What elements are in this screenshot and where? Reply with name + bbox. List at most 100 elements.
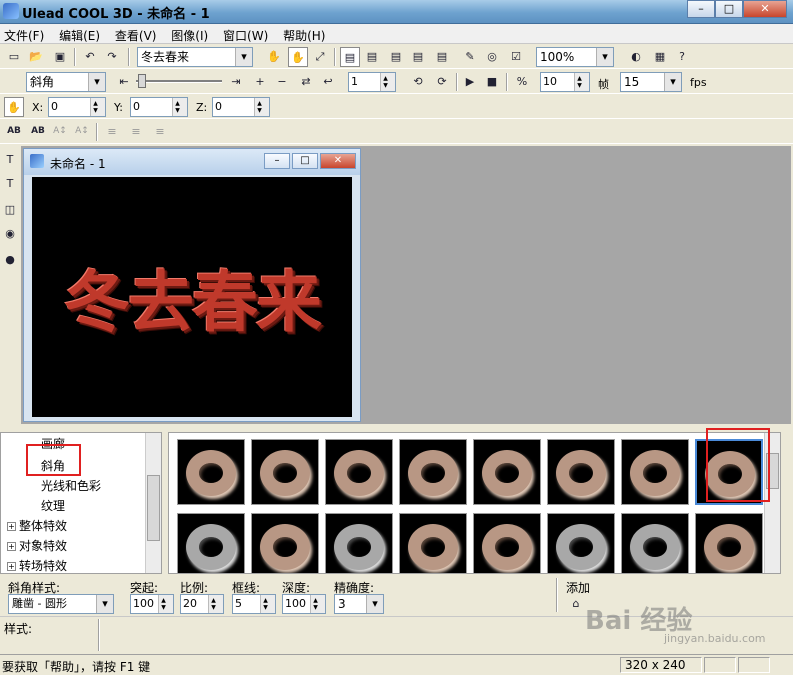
tree-item-global-effects[interactable]: + 整体特效: [7, 517, 67, 534]
fps-select[interactable]: 15: [620, 72, 682, 92]
web-icon[interactable]: ◐: [626, 47, 646, 67]
z-input[interactable]: 0: [212, 97, 270, 117]
frames-icon[interactable]: %: [512, 72, 532, 92]
redo-icon[interactable]: ↷: [102, 47, 122, 67]
help-cursor-icon[interactable]: ?: [672, 47, 692, 67]
insert-geometry-icon[interactable]: ◫: [0, 200, 20, 220]
check-icon[interactable]: ☑: [506, 47, 526, 67]
tree-item-transition-effects[interactable]: + 转场特效: [7, 557, 67, 573]
scroll-thumb[interactable]: [147, 475, 160, 541]
gallery-thumb[interactable]: [177, 439, 245, 505]
export-icon[interactable]: ▦: [650, 47, 670, 67]
new-file-icon[interactable]: ▭: [4, 47, 24, 67]
gallery-thumb[interactable]: [399, 513, 467, 573]
render-canvas[interactable]: 冬去春来: [32, 177, 352, 417]
view-5-icon[interactable]: ▤: [432, 47, 452, 67]
align-left-icon[interactable]: ≡: [102, 122, 122, 142]
y-input[interactable]: 0: [130, 97, 188, 117]
bulge-input[interactable]: 100: [130, 594, 174, 614]
tree-item-light-color[interactable]: 光线和色彩: [41, 477, 101, 494]
insert-text-icon[interactable]: T: [0, 150, 20, 170]
save-icon[interactable]: ▣: [50, 47, 70, 67]
gallery-thumb[interactable]: [251, 439, 319, 505]
menu-view[interactable]: 查看(V): [111, 24, 164, 44]
x-input[interactable]: 0: [48, 97, 106, 117]
doc-minimize-button[interactable]: –: [264, 153, 290, 169]
menu-image[interactable]: 图像(I): [167, 24, 215, 44]
sphere-icon[interactable]: ●: [0, 250, 20, 270]
3d-text[interactable]: 冬去春来: [64, 249, 322, 345]
gallery-thumb[interactable]: [177, 513, 245, 573]
expand-icon[interactable]: +: [7, 542, 16, 551]
effect-select[interactable]: 斜角: [26, 72, 106, 92]
text-bold-icon[interactable]: AB: [4, 122, 24, 142]
text-italic-icon[interactable]: AB: [28, 122, 48, 142]
add-to-gallery-icon[interactable]: ⌂: [566, 594, 586, 612]
last-key-icon[interactable]: ⇥: [226, 72, 246, 92]
frames-total-input[interactable]: 10: [540, 72, 590, 92]
pingpong-icon[interactable]: ⟳: [432, 72, 452, 92]
zoom-select[interactable]: 100%: [536, 47, 614, 67]
position-mode-icon[interactable]: ✋: [4, 97, 24, 117]
minimize-button[interactable]: –: [687, 0, 715, 18]
view-4-icon[interactable]: ▤: [408, 47, 428, 67]
play-icon[interactable]: ▶: [460, 72, 480, 92]
text-spacing-icon[interactable]: A↕: [50, 122, 70, 142]
first-key-icon[interactable]: ⇤: [114, 72, 134, 92]
text-select[interactable]: 冬去春来: [137, 47, 253, 67]
reverse-icon[interactable]: ↩: [318, 72, 338, 92]
add-key-icon[interactable]: +: [250, 72, 270, 92]
tree-item-texture[interactable]: 纹理: [41, 497, 65, 514]
precision-select[interactable]: 3: [334, 594, 384, 614]
loop-icon[interactable]: ⟲: [408, 72, 428, 92]
gallery-thumb[interactable]: [473, 513, 541, 573]
text-leading-icon[interactable]: A↕: [72, 122, 92, 142]
border-input[interactable]: 5: [232, 594, 276, 614]
close-button[interactable]: ✕: [743, 0, 787, 18]
gallery-thumb[interactable]: [325, 439, 393, 505]
gallery-thumb[interactable]: [325, 513, 393, 573]
menu-help[interactable]: 帮助(H): [279, 24, 332, 44]
stop-icon[interactable]: ■: [482, 72, 502, 92]
frame-input[interactable]: 1: [348, 72, 396, 92]
edit-text-icon[interactable]: T: [0, 174, 20, 194]
tree-item-object-effects[interactable]: + 对象特效: [7, 537, 67, 554]
menu-window[interactable]: 窗口(W): [219, 24, 275, 44]
timeline-slider[interactable]: [136, 74, 222, 90]
resize-icon[interactable]: ⤢: [310, 47, 330, 67]
doc-close-button[interactable]: ✕: [320, 153, 356, 169]
expand-icon[interactable]: +: [7, 522, 16, 531]
hand-move-icon[interactable]: ✋: [264, 47, 284, 67]
gallery-thumb[interactable]: [547, 439, 615, 505]
view-front-icon[interactable]: ▤: [340, 47, 360, 67]
gallery-thumb[interactable]: [473, 439, 541, 505]
gallery-thumb[interactable]: [399, 439, 467, 505]
doc-maximize-button[interactable]: □: [292, 153, 318, 169]
align-right-icon[interactable]: ≡: [150, 122, 170, 142]
depth-input[interactable]: 100: [282, 594, 326, 614]
expand-icon[interactable]: +: [7, 562, 16, 571]
document-title-bar[interactable]: 未命名 - 1 – □ ✕: [24, 149, 360, 175]
object-icon[interactable]: ◉: [0, 224, 20, 244]
globe-icon[interactable]: ◎: [482, 47, 502, 67]
gallery-thumb[interactable]: [621, 513, 689, 573]
tree-scrollbar[interactable]: [145, 433, 161, 573]
menu-file[interactable]: 文件(F): [0, 24, 51, 44]
view-2-icon[interactable]: ▤: [362, 47, 382, 67]
scale-input[interactable]: 20: [180, 594, 224, 614]
gallery-thumb[interactable]: [547, 513, 615, 573]
open-folder-icon[interactable]: 📂: [26, 47, 46, 67]
paint-icon[interactable]: ✎: [460, 47, 480, 67]
swap-icon[interactable]: ⇄: [296, 72, 316, 92]
gallery-thumb[interactable]: [621, 439, 689, 505]
remove-key-icon[interactable]: −: [272, 72, 292, 92]
menu-edit[interactable]: 编辑(E): [55, 24, 107, 44]
maximize-button[interactable]: □: [715, 0, 743, 18]
align-center-icon[interactable]: ≡: [126, 122, 146, 142]
undo-icon[interactable]: ↶: [80, 47, 100, 67]
gallery-thumb[interactable]: [695, 513, 763, 573]
gallery-thumb[interactable]: [251, 513, 319, 573]
bevel-style-select[interactable]: 雕凿 - 圆形: [8, 594, 114, 614]
rotate-hand-icon[interactable]: ✋: [288, 47, 308, 67]
view-3-icon[interactable]: ▤: [386, 47, 406, 67]
